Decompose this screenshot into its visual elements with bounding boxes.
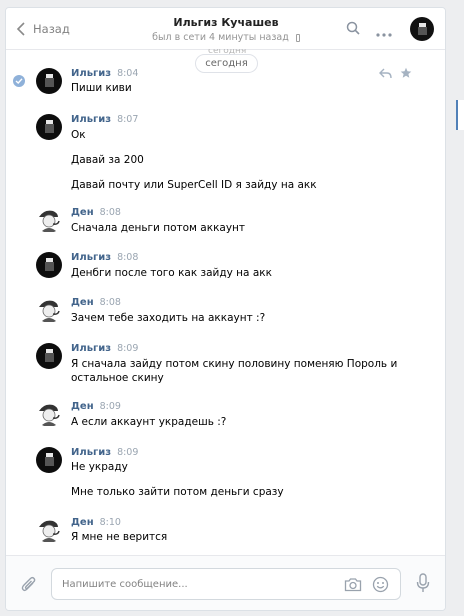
chat-panel: Назад Ильгиз Кучашев был в сети 4 минуты… (5, 7, 446, 611)
back-button[interactable]: Назад (16, 19, 70, 39)
star-icon[interactable] (400, 67, 412, 82)
message-time[interactable]: 8:08 (117, 252, 138, 263)
message-time[interactable]: 8:08 (100, 207, 121, 218)
message-group[interactable]: Ильгиз 8:08 Денбги после того как зайду … (6, 250, 445, 286)
message-meta: Ильгиз 8:09 (71, 447, 138, 458)
avatar[interactable] (36, 297, 62, 323)
message-group[interactable]: Ден 8:08 Зачем тебе заходить на аккаунт … (6, 295, 445, 331)
message-text: Мне только зайти потом деньги сразу (71, 486, 284, 498)
avatar[interactable] (36, 447, 62, 473)
message-text: Сначала деньги потом аккаунт (71, 222, 246, 234)
message-group[interactable]: Ден 8:09 А если аккаунт украдешь :? (6, 399, 445, 435)
message-meta: Ден 8:08 (71, 207, 121, 218)
message-text: Ок (71, 129, 86, 141)
message-author[interactable]: Ильгиз (71, 343, 111, 354)
message-meta: Ильгиз 8:08 (71, 252, 138, 263)
avatar[interactable] (36, 114, 62, 140)
message-meta: Ден 8:09 (71, 401, 121, 412)
more-icon[interactable] (376, 27, 392, 40)
message-meta: Ильгиз 8:09 (71, 343, 138, 354)
message-group[interactable]: Ильгиз 8:09 Не украду Мне только зайти п… (6, 445, 445, 507)
message-time[interactable]: 8:10 (100, 517, 121, 528)
message-group[interactable]: Ден 8:10 Я мне не верится (6, 515, 445, 551)
peer-status-text: был в сети 4 минуты назад (152, 32, 289, 43)
message-author[interactable]: Ильгиз (71, 114, 111, 125)
message-author[interactable]: Ден (71, 297, 94, 308)
message-time[interactable]: 8:04 (117, 68, 138, 79)
avatar[interactable] (36, 252, 62, 278)
back-label: Назад (33, 22, 70, 36)
sidebar-edge (456, 100, 464, 130)
avatar[interactable] (36, 68, 62, 94)
peer-name[interactable]: Ильгиз Кучашев (126, 16, 326, 29)
message-time[interactable]: 8:07 (117, 114, 138, 125)
message-text: Зачем тебе заходить на аккаунт :? (71, 312, 266, 324)
message-time[interactable]: 8:09 (117, 343, 138, 354)
message-meta: Ден 8:08 (71, 297, 121, 308)
smile-icon[interactable] (372, 576, 389, 596)
message-author[interactable]: Ден (71, 207, 94, 218)
message-time[interactable]: 8:09 (100, 401, 121, 412)
message-group[interactable]: Ильгиз 8:09 Я сначала зайду потом скину … (6, 341, 445, 391)
message-composer (6, 555, 445, 610)
avatar[interactable] (36, 207, 62, 233)
message-time[interactable]: 8:08 (100, 297, 121, 308)
message-meta: Ильгиз 8:07 (71, 114, 138, 125)
message-text: Давай за 200 (71, 154, 144, 166)
message-text: Давай почту или SuperCell ID я зайду на … (71, 179, 317, 191)
search-icon[interactable] (346, 21, 360, 38)
message-text: Я сначала зайду потом скину половину пом… (71, 358, 398, 370)
mobile-icon (295, 33, 300, 42)
message-text: Пиши киви (71, 82, 132, 94)
message-meta: Ден 8:10 (71, 517, 121, 528)
message-author[interactable]: Ден (71, 401, 94, 412)
microphone-icon[interactable] (416, 573, 430, 596)
message-author[interactable]: Ден (71, 517, 94, 528)
chevron-left-icon (16, 22, 25, 36)
paperclip-icon[interactable] (21, 576, 37, 597)
message-text: остальное скину (71, 372, 164, 384)
peer-avatar[interactable] (410, 17, 434, 41)
read-check-icon (13, 75, 25, 87)
message-text: Не украду (71, 461, 128, 473)
message-group[interactable]: Ден 8:08 Сначала деньги потом аккаунт (6, 205, 445, 241)
reply-icon[interactable] (379, 68, 392, 82)
message-meta: Ильгиз 8:04 (71, 68, 138, 79)
avatar[interactable] (36, 343, 62, 369)
message-text: Я мне не верится (71, 531, 168, 543)
message-input-box[interactable] (51, 568, 401, 600)
message-author[interactable]: Ильгиз (71, 252, 111, 263)
message-input[interactable] (62, 577, 332, 591)
message-text: А если аккаунт украдешь :? (71, 416, 227, 428)
message-group[interactable]: Ильгиз 8:07 Ок Давай за 200 Давай почту … (6, 112, 445, 198)
message-group[interactable]: Ильгиз 8:04 Пиши киви (6, 66, 445, 106)
message-time[interactable]: 8:09 (117, 447, 138, 458)
camera-icon[interactable] (344, 577, 362, 595)
chat-header: Назад Ильгиз Кучашев был в сети 4 минуты… (6, 8, 445, 50)
message-author[interactable]: Ильгиз (71, 68, 111, 79)
message-text: Денбги после того как зайду на акк (71, 267, 272, 279)
message-author[interactable]: Ильгиз (71, 447, 111, 458)
avatar[interactable] (36, 517, 62, 543)
avatar[interactable] (36, 401, 62, 427)
peer-status: был в сети 4 минуты назад (116, 32, 336, 43)
